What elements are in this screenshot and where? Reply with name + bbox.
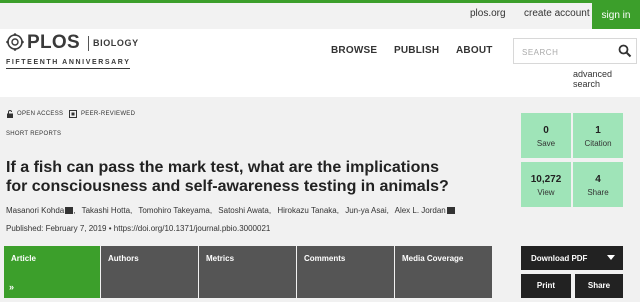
advanced-search-link[interactable]: advanced search (573, 69, 640, 89)
share-button[interactable]: Share (575, 274, 623, 298)
search-input[interactable] (522, 46, 612, 58)
create-account-link[interactable]: create account (524, 8, 590, 19)
metric-label: Share (587, 188, 609, 197)
open-access-badge: OPEN ACCESS (17, 111, 64, 117)
author-list: Masanori Kohda, Takashi Hotta, Tomohiro … (6, 206, 455, 215)
nav-browse[interactable]: BROWSE (331, 45, 377, 56)
nav-publish[interactable]: PUBLISH (394, 45, 439, 56)
metric-save[interactable]: 0 Save (521, 113, 571, 158)
corresponding-author-mail-icon[interactable] (446, 207, 455, 214)
metric-citation[interactable]: 1 Citation (573, 113, 623, 158)
search-box (513, 38, 637, 64)
metric-label: Citation (584, 139, 612, 148)
author-name[interactable]: Satoshi Awata (218, 206, 269, 215)
tab-media-coverage[interactable]: Media Coverage (395, 246, 492, 298)
metric-label: View (537, 188, 555, 197)
logo-anniversary: FIFTEENTH ANNIVERSARY (6, 59, 131, 69)
doi-link[interactable]: https://doi.org/10.1371/journal.pbio.300… (114, 224, 271, 233)
article-title-line-2: for consciousness and self-awareness tes… (6, 178, 449, 195)
metric-view[interactable]: 10,272 View (521, 162, 571, 207)
metric-value: 10,272 (530, 174, 562, 185)
chevron-down-icon: » (9, 282, 15, 292)
logo-divider (88, 36, 89, 51)
logo-journal-name: BIOLOGY (93, 38, 139, 48)
tab-label: Authors (108, 254, 139, 263)
article-title: If a fish can pass the mark test, what a… (6, 158, 476, 196)
article-title-line-1: If a fish can pass the mark test, what a… (6, 159, 440, 176)
metric-label: Save (536, 139, 556, 148)
author-name[interactable]: Hirokazu Tanaka (277, 206, 336, 215)
article-type: SHORT REPORTS (6, 131, 62, 137)
author-name[interactable]: Alex L. Jordan (395, 206, 446, 215)
caret-down-icon[interactable] (607, 255, 615, 261)
tab-article[interactable]: Article » (4, 246, 100, 298)
tab-label: Article (11, 254, 36, 263)
peer-reviewed-badge: PEER-REVIEWED (81, 111, 136, 117)
tab-comments[interactable]: Comments (297, 246, 394, 298)
search-icon[interactable] (618, 44, 632, 58)
metric-value: 4 (595, 174, 601, 185)
tab-authors[interactable]: Authors (101, 246, 198, 298)
nav-about[interactable]: ABOUT (456, 45, 493, 56)
download-pdf-label: Download PDF (531, 254, 588, 263)
corresponding-author-mail-icon[interactable] (65, 207, 74, 214)
metric-value: 1 (595, 125, 601, 136)
tab-metrics[interactable]: Metrics (199, 246, 296, 298)
open-access-lock-icon (7, 110, 13, 118)
author-name[interactable]: Tomohiro Takeyama (138, 206, 209, 215)
print-button[interactable]: Print (521, 274, 571, 298)
tab-label: Media Coverage (402, 254, 464, 263)
logo-plos-text: PLOS (27, 32, 80, 53)
metric-share[interactable]: 4 Share (573, 162, 623, 207)
plos-org-link[interactable]: plos.org (470, 8, 506, 19)
author-name[interactable]: Takashi Hotta (82, 206, 130, 215)
tab-label: Comments (304, 254, 346, 263)
author-name[interactable]: Masanori Kohda (6, 206, 64, 215)
tab-label: Metrics (206, 254, 235, 263)
download-pdf-button[interactable]: Download PDF (521, 246, 623, 270)
sign-in-button[interactable]: sign in (592, 3, 640, 29)
peer-reviewed-icon (69, 110, 77, 118)
published-date: Published: February 7, 2019 (6, 224, 107, 233)
plos-logo-icon (6, 33, 24, 51)
author-name[interactable]: Jun-ya Asai (345, 206, 386, 215)
metric-value: 0 (543, 125, 549, 136)
article-tabs: Article » Authors Metrics Comments Media… (4, 246, 492, 298)
publication-info: Published: February 7, 2019 • https://do… (6, 224, 270, 233)
